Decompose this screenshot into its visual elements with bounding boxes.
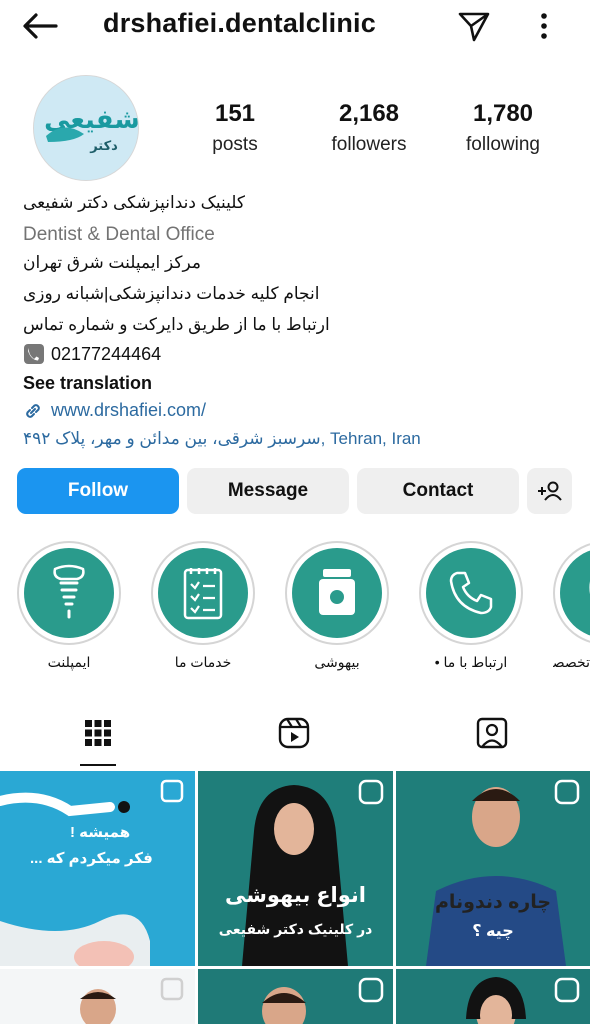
link-icon [26,403,40,418]
highlight-label: تخصصی • [553,654,590,670]
reels-icon [278,717,310,749]
highlight-contact[interactable]: ارتباط با ما • [419,541,523,671]
highlight-label: ایمپلنت [47,654,91,670]
highlight-services[interactable]: خدمات ما [151,541,255,671]
post-tile[interactable] [198,969,393,1024]
post-image [0,771,195,966]
post-image [262,977,384,1024]
tab-tagged[interactable] [472,713,512,753]
highlight-implant[interactable]: ایمپلنت [17,541,121,671]
bio-name: کلینیک دندانپزشکی دکتر شفیعی [23,193,246,212]
suggest-people-button[interactable] [527,468,572,514]
tagged-icon [476,717,508,749]
stat-posts[interactable]: 151 posts [196,100,274,156]
back-arrow-icon [23,13,58,39]
post-subtitle: فکر میکردم که ... [30,850,153,867]
bio-phone-row: 02177244464 [23,343,161,365]
bio-category: Dentist & Dental Office [23,224,215,245]
grid-icon [85,720,111,746]
checklist-icon [183,568,223,620]
bio-phone: 02177244464 [51,343,162,364]
follow-button[interactable]: Follow [17,468,179,514]
profile-tabs [0,705,590,767]
highlight-label: خدمات ما [174,654,232,670]
message-button[interactable]: Message [187,468,349,514]
stat-following[interactable]: 1,780 following [452,100,554,156]
post-title: چاره دندونام [434,892,552,913]
bio-line-3: ارتباط با ما از طریق دایرکت و شماره تماس [23,315,330,334]
highlight-anesthesia[interactable]: بیهوشی [285,541,389,671]
phone-emoji-icon [24,344,44,364]
post-subtitle: در کلینیک دکتر شفیعی [218,921,373,937]
more-options-button[interactable] [530,10,558,42]
highlight-label: بیهوشی [314,654,360,670]
stat-followers[interactable]: 2,168 followers [320,100,418,156]
phone-icon [449,571,493,615]
highlight-specialty[interactable]: تخصصی • [553,541,590,671]
top-bar: drshafiei.dentalclinic [0,0,590,52]
following-count: 1,780 [472,100,534,127]
tab-posts[interactable] [78,713,118,753]
clinic-logo: شفیعی دکتر [34,76,138,180]
posts-count: 151 [214,100,256,127]
send-button[interactable] [456,8,492,44]
followers-label: followers [331,134,407,155]
website-url: www.drshafiei.com/ [51,400,207,420]
tab-reels[interactable] [274,713,314,753]
post-title: انواع بیهوشی [224,884,366,907]
more-vertical-icon [541,13,547,39]
send-icon [458,12,490,42]
post-image [80,977,184,1024]
address-link[interactable]: سرسبز شرقی، بین مدائن و مهر، پلاک ۴۹۲, T… [23,429,421,449]
post-subtitle: چیه ؟ [472,923,514,940]
svg-text:دکتر: دکتر [89,139,118,154]
post-tile[interactable]: انواع بیهوشی در کلینیک دکتر شفیعی [198,771,393,966]
implant-icon [53,564,85,619]
active-tab-indicator [80,764,116,766]
back-button[interactable] [20,10,60,42]
tooth-icon [589,581,590,594]
post-image [466,977,580,1024]
post-grid: همیشه ! فکر میکردم که ... انواع بیهوشی د… [0,771,590,1024]
add-person-icon [537,481,562,501]
post-tile[interactable]: چاره دندونام چیه ؟ [396,771,590,966]
bio-line-1: مرکز ایمپلنت شرق تهران [23,253,201,272]
followers-count: 2,168 [338,100,400,127]
posts-label: posts [212,134,258,155]
contact-button[interactable]: Contact [357,468,519,514]
website-link[interactable]: www.drshafiei.com/ [23,400,206,421]
profile-username: drshafiei.dentalclinic [103,8,376,38]
post-title: همیشه ! [70,824,131,841]
following-label: following [466,134,540,155]
bio-line-2: انجام کلیه خدمات دندانپزشکی|شبانه روزی [23,284,320,303]
avatar[interactable]: شفیعی دکتر [33,75,139,181]
post-tile[interactable] [396,969,590,1024]
highlight-label: ارتباط با ما • [434,654,508,670]
post-tile[interactable] [0,969,195,1024]
medicine-jar-icon [319,569,355,615]
see-translation-link[interactable]: See translation [23,373,152,394]
post-tile[interactable]: همیشه ! فکر میکردم که ... [0,771,195,966]
